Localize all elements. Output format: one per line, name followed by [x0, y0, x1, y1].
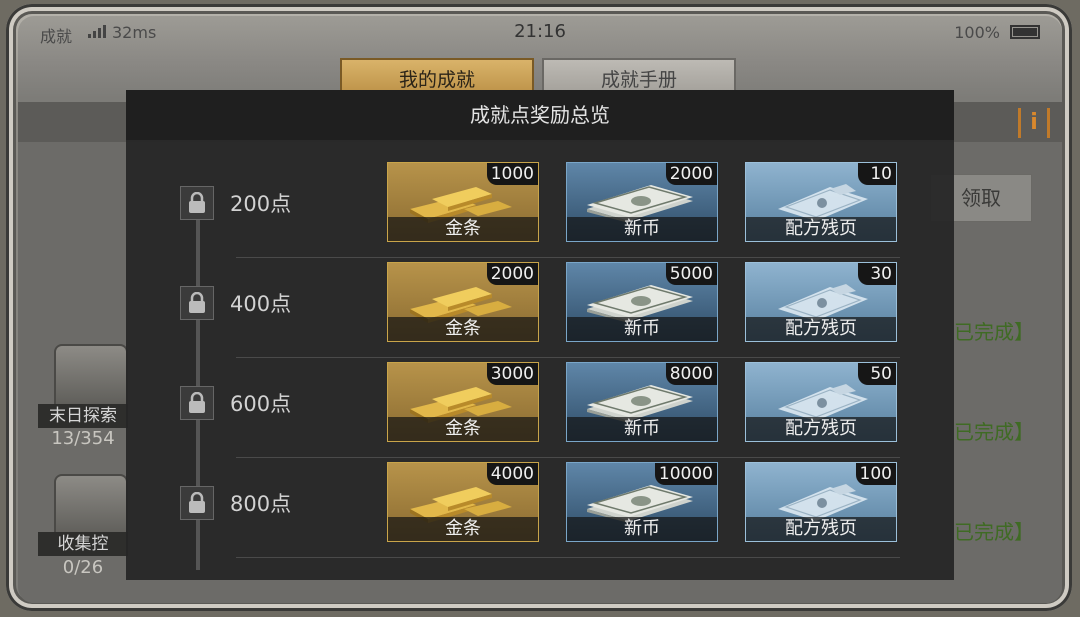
reward-item[interactable]: 4000 金条 — [387, 462, 539, 542]
tier-points-label: 800点 — [230, 492, 292, 516]
reward-item[interactable]: 3000 金条 — [387, 362, 539, 442]
reward-tier-row: 200点 1000 金条 2000 新币 10 配方残页 — [126, 162, 954, 262]
reward-tier-row: 800点 4000 金条 10000 新币 100 配方残页 — [126, 462, 954, 562]
reward-quantity: 2000 — [665, 163, 717, 185]
reward-tier-row: 400点 2000 金条 5000 新币 30 配方残页 — [126, 262, 954, 362]
tier-points-label: 400点 — [230, 292, 292, 316]
tier-points-label: 200点 — [230, 192, 292, 216]
reward-item[interactable]: 5000 新币 — [566, 262, 718, 342]
reward-name: 新币 — [567, 317, 717, 341]
reward-item[interactable]: 2000 新币 — [566, 162, 718, 242]
row-divider — [236, 457, 900, 458]
reward-quantity: 4000 — [486, 463, 538, 485]
reward-item[interactable]: 30 配方残页 — [745, 262, 897, 342]
completed-label: 已完成】 — [954, 420, 1034, 444]
reward-quantity: 2000 — [486, 263, 538, 285]
info-icon[interactable]: i — [1018, 108, 1050, 138]
lock-icon — [180, 386, 214, 420]
sidebar-category-label: 末日探索 — [38, 404, 128, 428]
reward-quantity: 3000 — [486, 363, 538, 385]
row-divider — [236, 357, 900, 358]
row-divider — [236, 257, 900, 258]
reward-item[interactable]: 1000 金条 — [387, 162, 539, 242]
tier-points-label: 600点 — [230, 392, 292, 416]
reward-name: 金条 — [388, 417, 538, 441]
reward-quantity: 100 — [855, 463, 896, 485]
reward-name: 配方残页 — [746, 217, 896, 241]
reward-name: 新币 — [567, 517, 717, 541]
row-divider — [236, 557, 900, 558]
sidebar-category-label: 收集控 — [38, 532, 128, 556]
status-bar: 成就 32ms 21:16 100% — [18, 16, 1062, 50]
reward-quantity: 30 — [858, 263, 896, 285]
reward-item[interactable]: 50 配方残页 — [745, 362, 897, 442]
reward-name: 配方残页 — [746, 317, 896, 341]
reward-quantity: 50 — [858, 363, 896, 385]
reward-quantity: 10000 — [654, 463, 717, 485]
reward-quantity: 5000 — [665, 263, 717, 285]
sidebar-category-count: 13/354 — [51, 428, 115, 449]
reward-name: 金条 — [388, 517, 538, 541]
reward-item[interactable]: 10 配方残页 — [745, 162, 897, 242]
reward-item[interactable]: 100 配方残页 — [745, 462, 897, 542]
completed-label: 已完成】 — [954, 320, 1034, 344]
status-battery-text: 100% — [954, 23, 1000, 42]
reward-quantity: 8000 — [665, 363, 717, 385]
modal-title: 成就点奖励总览 — [126, 90, 954, 140]
lock-icon — [180, 286, 214, 320]
reward-name: 配方残页 — [746, 417, 896, 441]
reward-name: 金条 — [388, 217, 538, 241]
lock-icon — [180, 186, 214, 220]
reward-item[interactable]: 2000 金条 — [387, 262, 539, 342]
sidebar-category-count: 0/26 — [62, 557, 104, 578]
reward-item[interactable]: 8000 新币 — [566, 362, 718, 442]
reward-name: 新币 — [567, 417, 717, 441]
reward-name: 配方残页 — [746, 517, 896, 541]
status-time: 21:16 — [514, 21, 566, 42]
reward-name: 金条 — [388, 317, 538, 341]
reward-quantity: 10 — [858, 163, 896, 185]
completed-label: 已完成】 — [954, 520, 1034, 544]
reward-quantity: 1000 — [486, 163, 538, 185]
lock-icon — [180, 486, 214, 520]
reward-name: 新币 — [567, 217, 717, 241]
battery-icon — [1010, 25, 1040, 39]
reward-item[interactable]: 10000 新币 — [566, 462, 718, 542]
reward-tier-row: 600点 3000 金条 8000 新币 50 配方残页 — [126, 362, 954, 462]
reward-overview-modal: 成就点奖励总览 200点 1000 金条 2000 新币 10 配方残页 400点 2000 金条… — [126, 90, 954, 580]
